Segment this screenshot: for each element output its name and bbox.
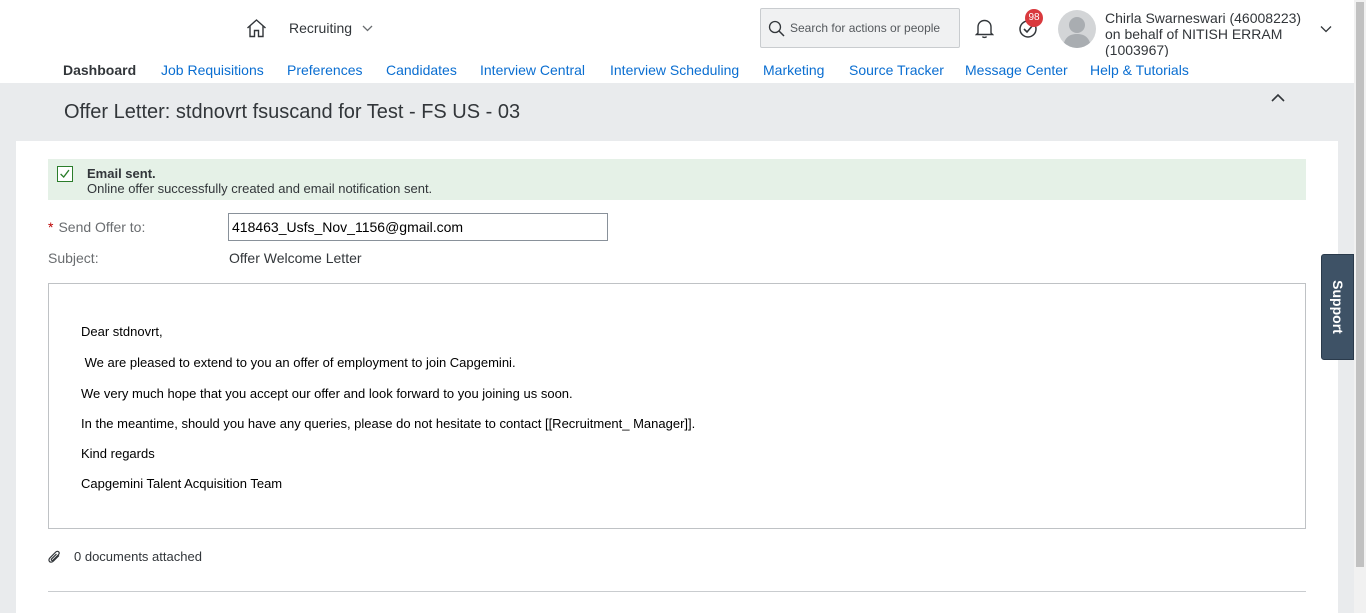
letter-line: Dear stdnovrt, — [81, 324, 163, 339]
paperclip-icon — [48, 550, 60, 563]
tab-help-tutorials[interactable]: Help & Tutorials — [1090, 62, 1189, 78]
support-tab[interactable]: Support — [1321, 254, 1354, 360]
send-offer-email-field[interactable] — [228, 213, 608, 241]
attachments-count: 0 documents attached — [74, 549, 202, 564]
page-title: Offer Letter: stdnovrt fsuscand for Test… — [64, 101, 521, 123]
tab-preferences[interactable]: Preferences — [287, 62, 362, 78]
user-name: Chirla Swarneswari (46008223) — [1105, 10, 1302, 26]
divider — [48, 591, 1306, 592]
module-label: Recruiting — [289, 20, 353, 36]
tab-candidates[interactable]: Candidates — [386, 62, 457, 78]
search-box[interactable] — [760, 8, 960, 48]
tab-message-center[interactable]: Message Center — [965, 62, 1068, 78]
chevron-up-icon[interactable] — [1270, 92, 1286, 104]
tab-interview-scheduling[interactable]: Interview Scheduling — [610, 62, 739, 78]
chevron-down-icon — [362, 25, 373, 32]
user-silhouette-icon — [1063, 17, 1091, 48]
support-label: Support — [1329, 280, 1346, 334]
home-icon[interactable] — [246, 18, 267, 38]
checkbox-checked-icon — [57, 166, 73, 182]
user-menu[interactable]: Chirla Swarneswari (46008223) on behalf … — [1105, 10, 1315, 58]
tab-dashboard[interactable]: Dashboard — [63, 62, 136, 78]
letter-line: We are pleased to extend to you an offer… — [81, 355, 516, 370]
page-scrollbar[interactable] — [1354, 0, 1366, 613]
letter-line: Kind regards — [81, 446, 155, 461]
chevron-down-icon[interactable] — [1320, 25, 1332, 33]
tab-interview-central[interactable]: Interview Central — [480, 62, 585, 78]
shell-bar: Recruiting 98 Chirla Swarneswari (460082… — [0, 0, 1354, 58]
tab-marketing[interactable]: Marketing — [763, 62, 824, 78]
letter-line: In the meantime, should you have any que… — [81, 416, 696, 431]
subject-label: Subject: — [48, 250, 99, 266]
attachments-row[interactable]: 0 documents attached — [48, 549, 202, 564]
todo-count-badge: 98 — [1025, 9, 1043, 27]
message-title: Email sent. — [87, 166, 156, 181]
required-marker: * — [48, 219, 54, 235]
tab-source-tracker[interactable]: Source Tracker — [849, 62, 944, 78]
subject-value: Offer Welcome Letter — [229, 250, 362, 266]
proxy-id: (1003967) — [1105, 42, 1169, 58]
letter-line: We very much hope that you accept our of… — [81, 386, 573, 401]
letter-line: Capgemini Talent Acquisition Team — [81, 476, 283, 491]
send-offer-label-text: Send Offer to: — [58, 219, 146, 235]
success-message: Email sent. Online offer successfully cr… — [48, 159, 1306, 200]
message-body: Online offer successfully created and em… — [87, 181, 433, 196]
send-offer-label: * Send Offer to: — [48, 219, 145, 235]
notifications-bell-icon[interactable] — [975, 18, 994, 39]
scrollbar-thumb[interactable] — [1356, 2, 1364, 567]
search-input[interactable] — [790, 21, 955, 35]
main-nav: Dashboard Job Requisitions Preferences C… — [0, 57, 1354, 83]
module-switcher[interactable]: Recruiting — [289, 20, 373, 36]
avatar[interactable] — [1058, 10, 1096, 48]
tab-job-requisitions[interactable]: Job Requisitions — [161, 62, 264, 78]
proxy-line: on behalf of NITISH ERRAM — [1105, 26, 1283, 42]
offer-letter-body[interactable]: Dear stdnovrt, We are pleased to extend … — [48, 283, 1306, 529]
search-icon — [768, 20, 785, 37]
